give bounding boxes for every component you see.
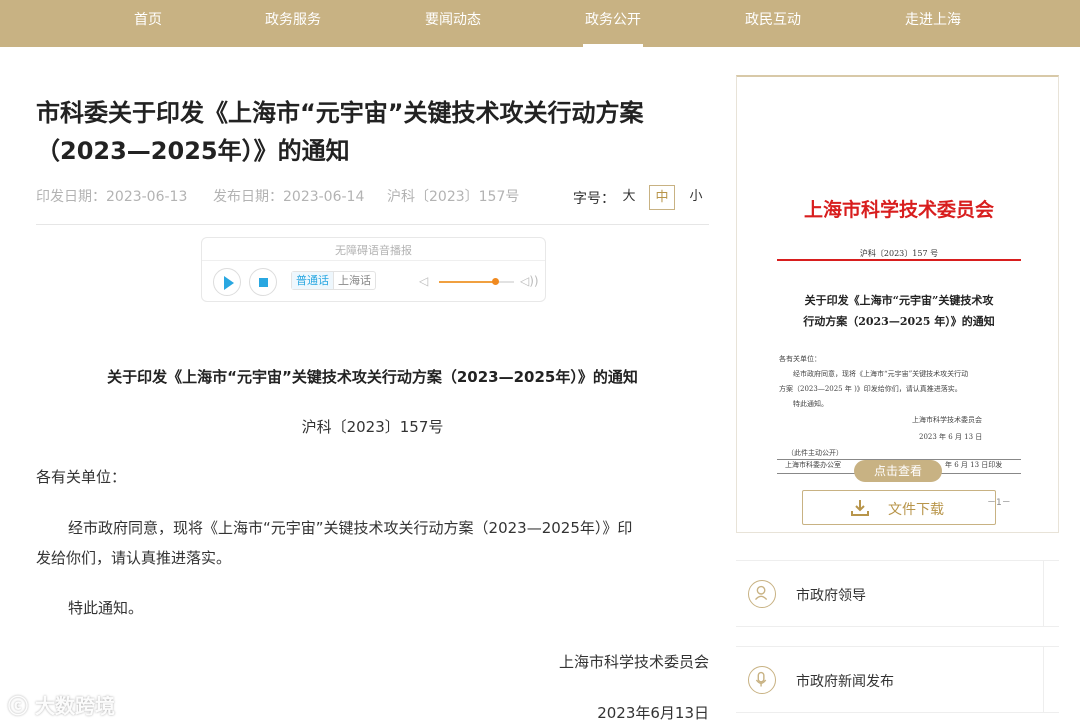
volume-slider-fill (439, 281, 496, 283)
volume-slider[interactable] (439, 281, 514, 283)
signature-org: 上海市科学技术委员会 (558, 653, 709, 671)
article-title-line2: （2023—2025年）》的通知 (36, 137, 350, 165)
document-heading: 关于印发《上海市“元宇宙”关键技术攻关行动方案（2023—2025年）》的通知 (107, 368, 638, 386)
download-button[interactable]: 文件下载 (802, 490, 996, 525)
preview-org-name: 上海市科学技术委员会 (803, 199, 994, 221)
preview-title-line2: 行动方案（2023—2025 年）》的通知 (803, 315, 995, 328)
leader-icon (748, 580, 776, 608)
font-size-large-button[interactable]: 大 (616, 185, 642, 210)
article-title: 市科委关于印发《上海市“元宇宙”关键技术攻关行动方案 （2023—2025年）》… (36, 94, 716, 170)
nav-item-services[interactable]: 政务服务 (233, 0, 353, 47)
salutation: 各有关单位： (36, 468, 127, 486)
stop-icon (259, 278, 268, 287)
nav-item-gov-open[interactable]: 政务公开 (553, 0, 673, 47)
watermark: ⓒ 大数跨境 (8, 690, 115, 719)
publish-date: 发布日期：2023-06-14 (213, 189, 365, 205)
preview-title: 关于印发《上海市“元宇宙”关键技术攻 行动方案（2023—2025 年）》的通知 (777, 290, 1021, 332)
stop-button[interactable] (249, 268, 277, 296)
issue-date: 印发日期：2023-06-13 (36, 189, 188, 205)
sidebar-link-press-label: 市政府新闻发布 (796, 674, 894, 690)
preview-salutation: 各有关单位： (779, 355, 821, 363)
preview-doc-number: 沪科〔2023〕157 号 (859, 249, 939, 258)
sidebar-link-leaders[interactable]: 市政府领导 (736, 560, 1059, 627)
view-document-button[interactable]: 点击查看 (854, 460, 942, 482)
preview-footer-right: 年 6 月 13 日印发 (945, 461, 1003, 469)
article-title-line1: 市科委关于印发《上海市“元宇宙”关键技术攻关行动方案 (36, 99, 644, 127)
sidebar-link-leaders-label: 市政府领导 (796, 588, 866, 604)
paragraph1-line1: 经市政府同意，现将《上海市“元宇宙”关键技术攻关行动方案（2023—2025年）… (68, 519, 633, 537)
header-divider (36, 224, 709, 225)
sidebar-link-divider (1043, 647, 1044, 712)
paragraph1-line2: 发给你们，请认真推进落实。 (36, 549, 232, 567)
preview-sign-date: 2023 年 6 月 13 日 (919, 433, 983, 441)
preview-text-line2: 方案（2023—2025 年 )》印发给你们，请认真推进落实。 (779, 385, 962, 393)
audio-player-separator (202, 260, 545, 261)
preview-text-line3: 特此通知。 (793, 400, 828, 408)
doc-number: 沪科〔2023〕157号 (387, 189, 520, 205)
watermark-logo-icon: ⓒ (8, 694, 28, 718)
lang-shanghainese-button[interactable]: 上海话 (333, 272, 375, 289)
sidebar-link-divider (1043, 561, 1044, 626)
preview-footer-left: 上海市科委办公室 (785, 461, 841, 469)
font-size-small-button[interactable]: 小 (683, 185, 709, 210)
font-size-medium-button[interactable]: 中 (649, 185, 675, 210)
signature-date: 2023年6月13日 (597, 704, 709, 722)
download-icon (851, 500, 869, 516)
closing-paragraph: 特此通知。 (68, 599, 144, 617)
sidebar-link-press[interactable]: 市政府新闻发布 (736, 646, 1059, 713)
nav-item-interaction[interactable]: 政民互动 (713, 0, 833, 47)
volume-low-icon[interactable]: ◁ (419, 274, 428, 288)
nav-item-home[interactable]: 首页 (88, 0, 208, 47)
top-nav-bar: 首页 政务服务 要闻动态 政务公开 政民互动 走进上海 (0, 0, 1080, 47)
language-switch: 普通话 上海话 (291, 271, 376, 290)
volume-high-icon[interactable]: ◁)) (520, 274, 539, 288)
play-icon (224, 276, 234, 290)
document-number: 沪科〔2023〕157号 (301, 418, 444, 436)
font-size-label: 字号： (573, 191, 615, 207)
microphone-icon (748, 666, 776, 694)
preview-sign-org: 上海市科学技术委员会 (912, 416, 982, 424)
volume-slider-handle[interactable] (492, 278, 500, 285)
audio-player: 无障碍语音播报 普通话 上海话 ◁ ◁)) (201, 237, 546, 302)
download-label: 文件下载 (888, 502, 944, 518)
nav-item-about-shanghai[interactable]: 走进上海 (873, 0, 993, 47)
document-preview-card: 上海市科学技术委员会 沪科〔2023〕157 号 关于印发《上海市“元宇宙”关键… (736, 75, 1059, 533)
play-button[interactable] (213, 268, 241, 296)
document-preview[interactable]: 上海市科学技术委员会 沪科〔2023〕157 号 关于印发《上海市“元宇宙”关键… (777, 147, 1021, 477)
preview-title-line1: 关于印发《上海市“元宇宙”关键技术攻 (804, 294, 994, 307)
lang-mandarin-button[interactable]: 普通话 (292, 272, 333, 289)
preview-text-line1: 经市政府同意，现将《上海市“元宇宙”关键技术攻关行动 (793, 370, 969, 378)
preview-red-line (777, 259, 1021, 261)
audio-player-title: 无障碍语音播报 (335, 244, 412, 257)
nav-item-news[interactable]: 要闻动态 (393, 0, 513, 47)
watermark-text: 大数跨境 (34, 694, 115, 718)
preview-page-number: －1－ (987, 498, 1011, 508)
